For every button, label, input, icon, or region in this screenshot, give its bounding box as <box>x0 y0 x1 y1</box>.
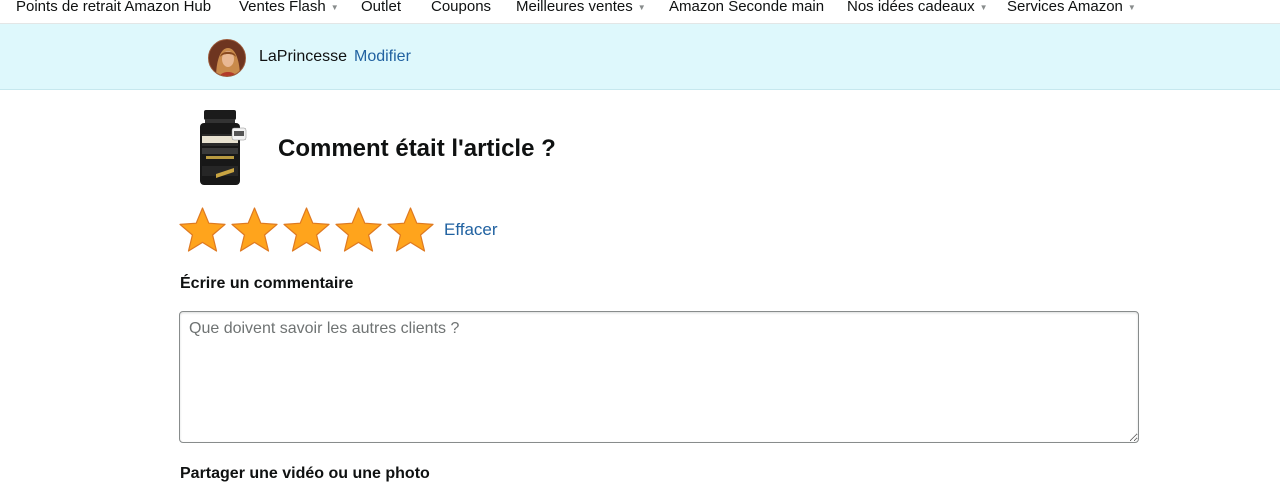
nav-item-amazon-hub[interactable]: Points de retrait Amazon Hub <box>16 0 211 17</box>
nav-item-services-amazon[interactable]: Services Amazon ▼ <box>1007 0 1136 17</box>
star-icon[interactable] <box>334 206 383 254</box>
nav-item-label: Coupons <box>431 0 492 15</box>
edit-profile-link[interactable]: Modifier <box>354 48 411 66</box>
star-icon[interactable] <box>386 206 435 254</box>
nav-item-seconde-main[interactable]: Amazon Seconde main <box>669 0 824 17</box>
profile-band: LaPrincesse Modifier <box>0 24 1280 90</box>
caret-down-icon: ▼ <box>637 2 646 12</box>
comment-textarea[interactable] <box>179 311 1139 443</box>
nav-item-coupons[interactable]: Coupons <box>431 0 491 17</box>
star-rating <box>178 206 435 256</box>
nav-item-label: Points de retrait Amazon Hub <box>16 0 212 15</box>
nav-item-meilleures-ventes[interactable]: Meilleures ventes ▼ <box>516 0 646 17</box>
clear-rating-link[interactable]: Effacer <box>444 220 498 240</box>
star-icon[interactable] <box>282 206 331 254</box>
nav-item-label: Nos idées cadeaux <box>847 0 975 15</box>
nav-item-label: Services Amazon <box>1007 0 1123 15</box>
nav-item-label: Outlet <box>361 0 402 15</box>
nav-item-label: Amazon Seconde main <box>669 0 825 15</box>
nav-item-idees-cadeaux[interactable]: Nos idées cadeaux ▼ <box>847 0 988 17</box>
nav-item-ventes-flash[interactable]: Ventes Flash ▼ <box>239 0 339 17</box>
media-section-label: Partager une vidéo ou une photo <box>180 465 430 482</box>
top-nav-bar: Points de retrait Amazon Hub Ventes Flas… <box>0 0 1280 24</box>
nav-item-label: Ventes Flash <box>239 0 326 15</box>
product-image <box>194 108 250 188</box>
comment-section-label: Écrire un commentaire <box>180 275 354 292</box>
caret-down-icon: ▼ <box>1127 2 1136 12</box>
nav-item-label: Meilleures ventes <box>516 0 633 15</box>
avatar <box>208 39 246 77</box>
supplement-bottle-icon <box>200 110 247 185</box>
caret-down-icon: ▼ <box>979 2 988 12</box>
profile-name: LaPrincesse <box>259 48 348 65</box>
star-icon[interactable] <box>178 206 227 254</box>
caret-down-icon: ▼ <box>330 2 339 12</box>
star-icon[interactable] <box>230 206 279 254</box>
nav-item-outlet[interactable]: Outlet <box>361 0 401 17</box>
rating-question-title: Comment était l'article ? <box>278 135 556 162</box>
